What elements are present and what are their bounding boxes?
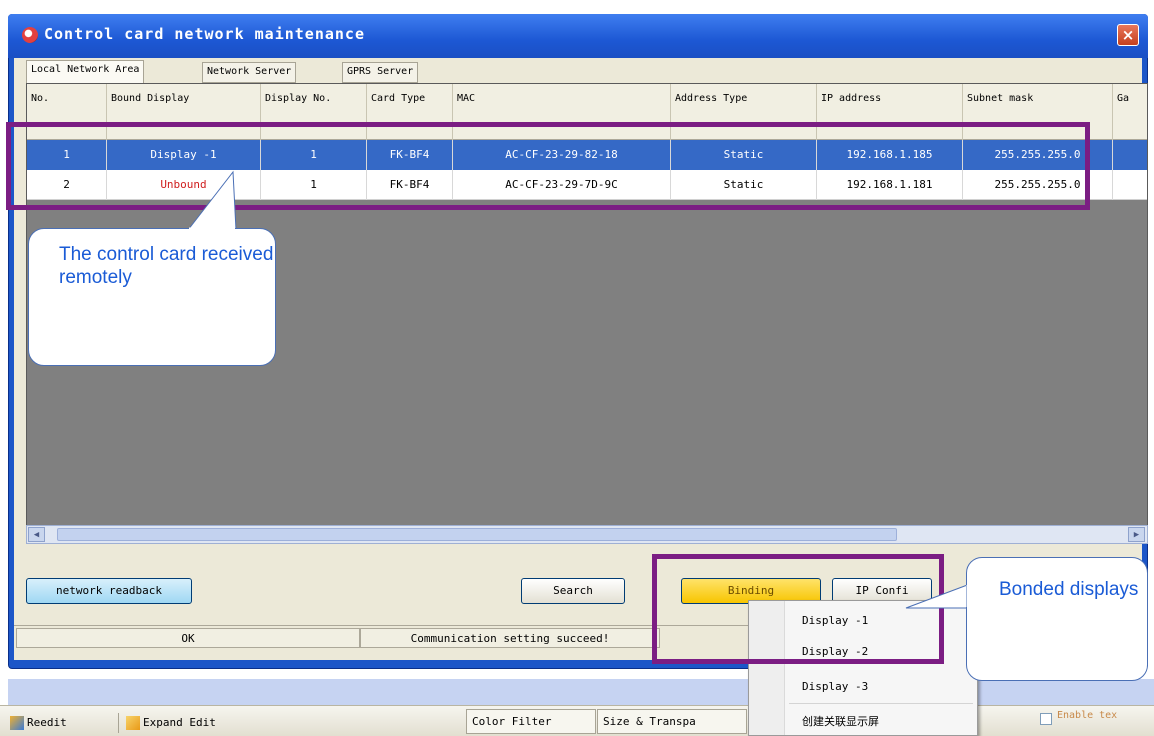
expand-edit-icon — [126, 716, 140, 730]
callout-bonded-displays: Bonded displays — [966, 557, 1148, 681]
status-message: Communication setting succeed! — [360, 628, 660, 648]
callout-remote-card: The control card received remotely — [28, 228, 276, 366]
app-blue-strip — [8, 679, 1154, 705]
tab-size-transparency[interactable]: Size & Transpa — [597, 709, 747, 734]
network-readback-button[interactable]: network readback — [26, 578, 192, 604]
tab-gprs-server[interactable]: GPRS Server — [342, 62, 419, 83]
col-header[interactable]: Ga — [1113, 84, 1147, 140]
reedit-button[interactable]: Reedit — [10, 712, 67, 734]
horizontal-scrollbar[interactable]: ◀ ▶ — [26, 525, 1148, 544]
tab-color-filter[interactable]: Color Filter — [466, 709, 596, 734]
expand-edit-button[interactable]: Expand Edit — [126, 712, 216, 734]
menu-separator — [789, 703, 973, 704]
app-icon — [22, 27, 38, 43]
search-button[interactable]: Search — [521, 578, 625, 604]
status-ok: OK — [16, 628, 360, 648]
tab-local-network-area[interactable]: Local Network Area — [26, 60, 145, 83]
menu-item-create-associated[interactable]: 创建关联显示屏 — [749, 708, 977, 736]
enable-label: Enable tex — [1057, 710, 1118, 721]
highlight-rows-box — [6, 122, 1090, 210]
highlight-menu-box — [652, 554, 944, 664]
toolbar-divider — [118, 713, 119, 733]
scroll-thumb[interactable] — [57, 528, 897, 541]
close-button[interactable]: × — [1117, 24, 1139, 46]
enable-checkbox[interactable] — [1040, 713, 1052, 725]
window-title: Control card network maintenance — [44, 25, 365, 43]
scroll-left-icon[interactable]: ◀ — [28, 527, 45, 542]
menu-item-display-3[interactable]: Display -3 — [749, 673, 977, 701]
reedit-icon — [10, 716, 24, 730]
scroll-right-icon[interactable]: ▶ — [1128, 527, 1145, 542]
tab-network-server[interactable]: Network Server — [202, 62, 297, 83]
